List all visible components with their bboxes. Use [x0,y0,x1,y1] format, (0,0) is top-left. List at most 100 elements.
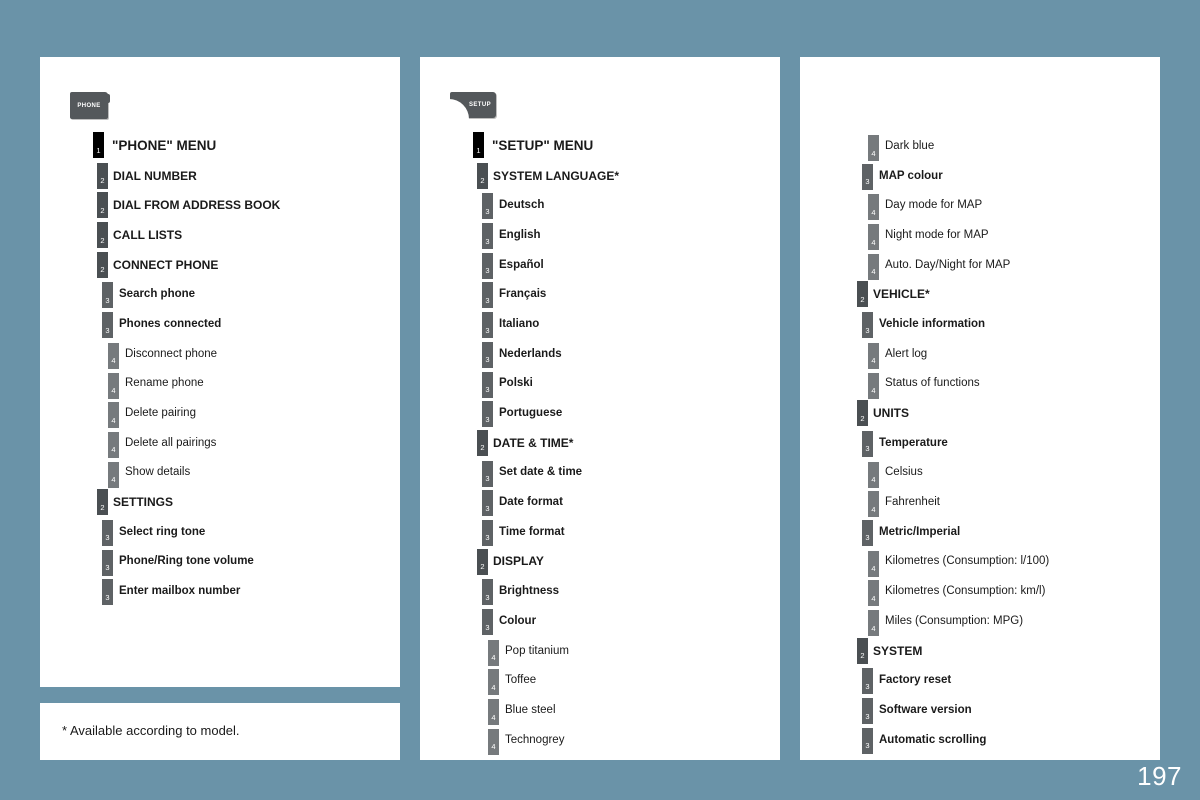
menu-level-badge: 3 [482,460,493,487]
menu-item-label: "SETUP" MENU [492,138,594,154]
phone-menu-panel: PHONE 1 "PHONE" MENU 2 DIAL NUMBER 2 DIAL FRO… [40,57,400,687]
menu-level-badge: 4 [108,342,119,369]
menu-item-label: Portuguese [499,407,563,420]
menu-item-label: Vehicle information [879,317,986,330]
menu-item: 4 Delete pairing [40,398,400,429]
menu-item: 4 Night mode for MAP [800,220,1160,251]
menu-item: 4 Fahrenheit [800,487,1160,518]
menu-item-label: Kilometres (Consumption: km/l) [885,585,1046,598]
menu-level-badge: 3 [482,579,493,606]
menu-item-label: Phone/Ring tone volume [119,555,254,568]
menu-item: 4 Dark blue [800,131,1160,161]
menu-level-badge: 3 [482,401,493,428]
menu-item: 4 Pop titanium [420,636,780,666]
menu-item: 2 CONNECT PHONE [40,250,400,280]
menu-item: 3 Phones connected [40,309,400,339]
menu-item: 2 VEHICLE* [800,279,1160,309]
menu-item-label: Automatic scrolling [879,733,987,746]
menu-item: 1 "SETUP" MENU [420,131,780,161]
menu-item: 3 Brightness [420,576,780,606]
menu-level-badge: 2 [97,222,108,249]
menu-item-label: CALL LISTS [113,227,183,242]
menu-item: 4 Status of functions [800,369,1160,399]
menu-level-badge: 3 [482,490,493,517]
menu-level-badge: 1 [473,132,484,158]
setup-menu-icon-label: SETUP [468,102,491,108]
menu-level-badge: 3 [482,371,493,398]
menu-item: 2 DISPLAY [420,547,780,577]
menu-level-badge: 3 [482,312,493,339]
menu-level-badge: 2 [857,400,868,427]
setup-menu-icon-wrap: SETUP [449,92,496,122]
menu-level-badge: 2 [477,429,488,456]
menu-item-label: Enter mailbox number [119,585,241,598]
menu-level-badge: 4 [868,491,879,518]
menu-item: 4 Disconnect phone [40,339,400,369]
menu-item-label: Français [499,288,547,301]
menu-item-label: DIAL FROM ADDRESS BOOK [113,198,281,213]
menu-item-label: Delete all pairings [125,436,217,449]
menu-item-label: Phones connected [119,317,222,330]
menu-level-badge: 2 [857,281,868,308]
menu-item-label: Brightness [499,585,560,598]
menu-level-badge: 4 [108,461,119,488]
menu-item-label: Time format [499,525,565,538]
menu-item: 2 DIAL NUMBER [40,161,400,191]
menu-item-label: Miles (Consumption: MPG) [885,614,1024,627]
menu-item-label: Day mode for MAP [885,199,983,212]
menu-item: 3 Automatic scrolling [800,725,1160,755]
menu-item-label: Polski [499,377,533,390]
phone-menu-icon: PHONE [70,92,110,119]
setup-menu-continued-panel: 4 Dark blue 3 MAP colour 4 Day mode for MAP 4 N… [800,57,1160,760]
menu-level-badge: 2 [97,251,108,278]
menu-item: 3 Italiano [420,309,780,339]
menu-level-badge: 4 [488,728,499,755]
menu-item-label: SYSTEM LANGUAGE* [493,168,620,183]
menu-level-badge: 4 [108,431,119,458]
menu-item: 4 Celsius [800,458,1160,488]
menu-item: 3 Select ring tone [40,517,400,547]
menu-level-badge: 4 [488,669,499,696]
menu-item: 3 Time format [420,517,780,547]
menu-level-badge: 3 [482,341,493,368]
menu-item: 3 Portuguese [420,398,780,428]
menu-item: 3 Metric/Imperial [800,517,1160,547]
menu-level-badge: 2 [477,548,488,575]
menu-item: 2 UNITS [800,398,1160,428]
menu-item: 3 Vehicle information [800,309,1160,339]
menu-item: 4 Toffee [420,665,780,696]
menu-level-badge: 3 [102,549,113,576]
phone-menu-icon-label: PHONE [77,102,101,109]
menu-item: 4 Auto. Day/Night for MAP [800,250,1160,280]
menu-item-label: Deutsch [499,199,545,212]
menu-item: 2 CALL LISTS [40,220,400,250]
menu-level-badge: 2 [97,162,108,189]
menu-item: 3 Factory reset [800,665,1160,695]
menu-item: 4 Day mode for MAP [800,190,1160,221]
menu-item-label: Disconnect phone [125,347,218,360]
menu-item: 3 Software version [800,695,1160,725]
menu-item-label: Celsius [885,466,923,479]
menu-item-label: Kilometres (Consumption: l/100) [885,555,1050,568]
menu-item-label: Rename phone [125,377,204,390]
phone-menu-list: 1 "PHONE" MENU 2 DIAL NUMBER 2 DIAL FROM ADDR… [40,131,400,606]
menu-item: 3 Polski [420,369,780,399]
menu-item-label: English [499,228,541,241]
menu-item: 4 Alert log [800,339,1160,369]
menu-item: 3 Temperature [800,428,1160,458]
menu-item: 3 Colour [420,606,780,636]
menu-item-label: Pop titanium [505,644,569,657]
menu-level-badge: 3 [482,609,493,635]
menu-level-badge: 4 [868,224,879,251]
menu-item: 3 Nederlands [420,339,780,369]
menu-level-badge: 3 [862,519,873,546]
footnote-text: * Available according to model. [62,723,240,738]
setup-menu-continued-list: 4 Dark blue 3 MAP colour 4 Day mode for MAP 4 N… [800,131,1160,754]
menu-item-label: Technogrey [505,733,565,746]
menu-item: 3 English [420,220,780,250]
menu-item: 4 Kilometres (Consumption: km/l) [800,576,1160,607]
menu-item: 3 Phone/Ring tone volume [40,547,400,577]
menu-item-label: Software version [879,703,972,716]
menu-item-label: DIAL NUMBER [113,168,197,183]
menu-item-label: Status of functions [885,377,980,390]
